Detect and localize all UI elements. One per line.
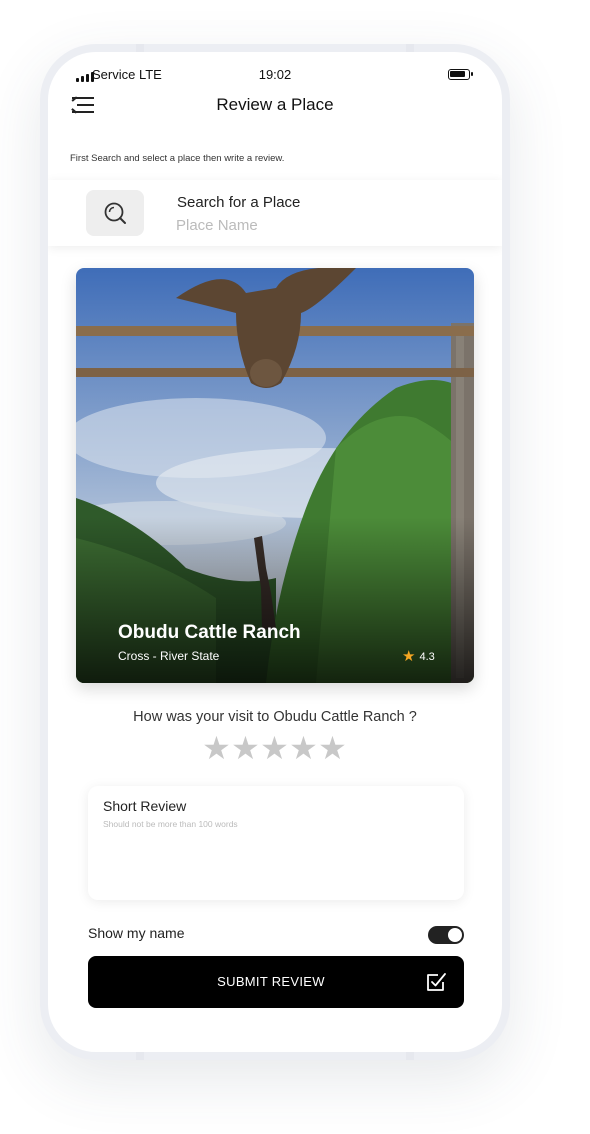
- status-time: 19:02: [258, 67, 292, 82]
- toggle-knob: [447, 927, 463, 943]
- short-review-hint: Should not be more than 100 words: [103, 819, 238, 829]
- instruction-text: First Search and select a place then wri…: [70, 153, 285, 164]
- search-button[interactable]: [86, 190, 144, 236]
- search-icon: [104, 202, 126, 224]
- review-prompt: How was your visit to Obudu Cattle Ranch…: [133, 709, 417, 725]
- place-photo: [76, 268, 474, 683]
- star-icon: ★: [402, 648, 416, 665]
- submit-review-label: SUBMIT REVIEW: [217, 974, 325, 989]
- short-review-input[interactable]: [103, 836, 449, 890]
- show-name-toggle[interactable]: [428, 926, 464, 944]
- search-title: Search for a Place: [177, 194, 301, 211]
- star-5-icon[interactable]: ★: [318, 732, 347, 764]
- check-square-icon: [427, 973, 446, 991]
- star-rating[interactable]: ★ ★ ★ ★ ★: [202, 732, 347, 764]
- page-title: Review a Place: [216, 95, 334, 114]
- status-bar: Service LTE 19:02: [48, 52, 502, 92]
- battery-icon: [448, 69, 473, 80]
- search-card: Search for a Place: [48, 180, 502, 246]
- star-1-icon[interactable]: ★: [202, 732, 231, 764]
- rating-value: 4.3: [419, 650, 435, 663]
- phone-screen: Service LTE 19:02 Review a Place First S…: [48, 52, 502, 1052]
- star-4-icon[interactable]: ★: [289, 732, 318, 764]
- place-name: Obudu Cattle Ranch: [118, 622, 301, 643]
- place-name-input[interactable]: [176, 217, 456, 234]
- star-3-icon[interactable]: ★: [260, 732, 289, 764]
- short-review-label: Short Review: [103, 798, 187, 814]
- place-rating: ★ 4.3: [402, 649, 435, 664]
- place-location: Cross - River State: [118, 649, 220, 663]
- show-name-label: Show my name: [88, 925, 185, 941]
- place-card[interactable]: Obudu Cattle Ranch Cross - River State ★…: [76, 268, 474, 683]
- short-review-card[interactable]: Short Review Should not be more than 100…: [88, 786, 464, 900]
- star-2-icon[interactable]: ★: [231, 732, 260, 764]
- submit-review-button[interactable]: SUBMIT REVIEW: [88, 956, 464, 1008]
